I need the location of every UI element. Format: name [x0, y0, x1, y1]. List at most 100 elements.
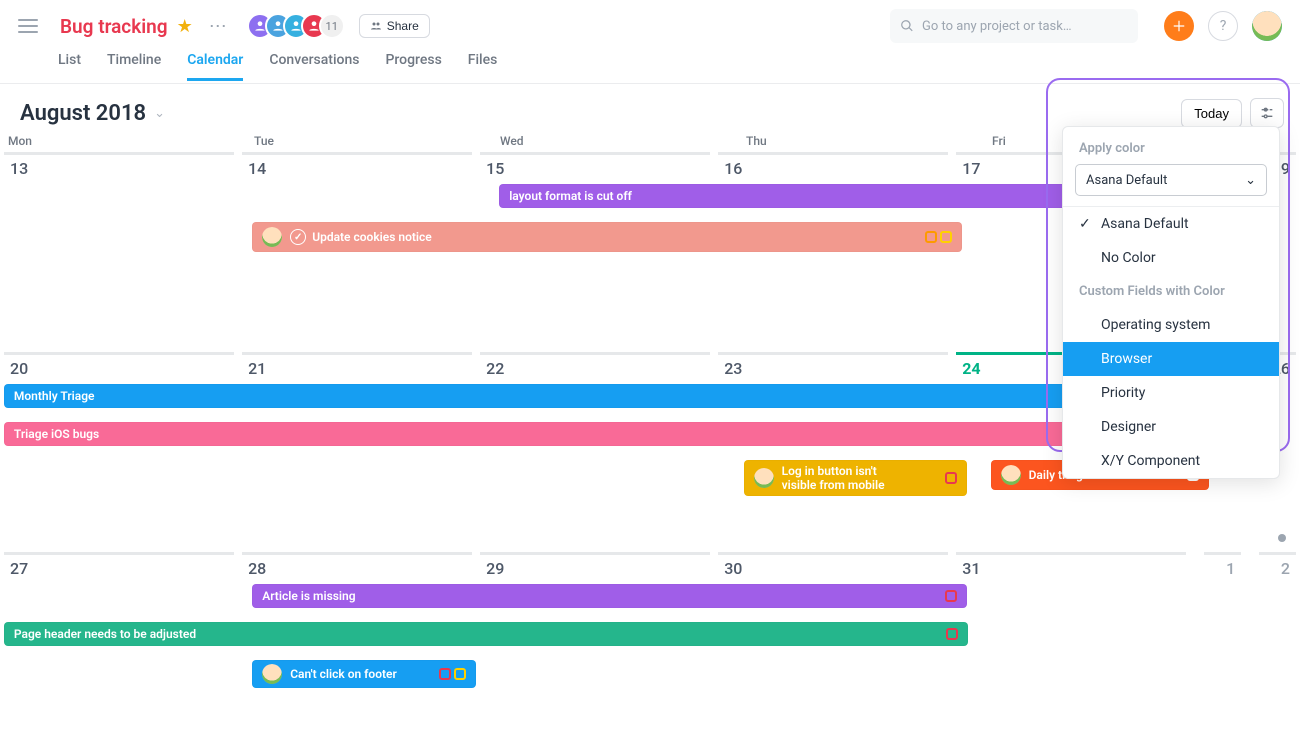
share-label: Share	[387, 19, 419, 33]
tab-timeline[interactable]: Timeline	[107, 52, 161, 81]
dropdown-item-xy-component[interactable]: X/Y Component	[1063, 444, 1279, 478]
help-button[interactable]: ?	[1208, 11, 1238, 41]
event-title: Update cookies notice	[312, 230, 432, 244]
calendar-cell[interactable]: 21	[242, 352, 472, 548]
calendar-cell-weekend[interactable]: 2	[1259, 552, 1296, 738]
day-number: 20	[10, 359, 228, 378]
assignee-avatar	[1001, 465, 1021, 485]
event-footer-click[interactable]: Can't click on footer	[252, 660, 476, 688]
dropdown-item-designer[interactable]: Designer	[1063, 410, 1279, 444]
dropdown-item-operating-system[interactable]: Operating system	[1063, 308, 1279, 342]
search-icon	[900, 19, 914, 33]
event-article-missing[interactable]: Article is missing	[252, 584, 967, 608]
day-number: 27	[10, 559, 228, 578]
project-actions-icon[interactable]: ⋯	[209, 16, 227, 37]
event-title: Page header needs to be adjusted	[14, 627, 196, 641]
dropdown-label: X/Y Component	[1101, 453, 1200, 469]
tab-files[interactable]: Files	[468, 52, 498, 81]
project-title: Bug tracking	[60, 15, 168, 38]
day-number: 29	[486, 559, 704, 578]
calendar-cell[interactable]: 13	[4, 152, 234, 348]
day-label: Wed	[496, 134, 742, 148]
custom-field-tag	[946, 628, 958, 640]
custom-field-tag	[454, 668, 466, 680]
assignee-avatar	[262, 664, 282, 684]
calendar-cell[interactable]: 31	[956, 552, 1186, 738]
calendar-month-title[interactable]: August 2018	[20, 101, 146, 126]
day-number: 22	[486, 359, 704, 378]
tab-progress[interactable]: Progress	[385, 52, 441, 81]
plus-icon	[1172, 19, 1186, 33]
dropdown-label: No Color	[1101, 250, 1156, 266]
dropdown-label: Priority	[1101, 385, 1145, 401]
people-icon	[370, 20, 382, 32]
calendar-cell[interactable]: 22	[480, 352, 710, 548]
quick-add-button[interactable]	[1164, 11, 1194, 41]
dropdown-label: Operating system	[1101, 317, 1210, 333]
share-button[interactable]: Share	[359, 14, 430, 38]
chevron-down-icon: ⌄	[1245, 173, 1256, 188]
assignee-avatar	[754, 468, 774, 488]
day-label: Mon	[4, 134, 250, 148]
day-number: 16	[724, 159, 942, 178]
custom-field-tag	[439, 668, 451, 680]
calendar-cell[interactable]: 20	[4, 352, 234, 548]
calendar-week-row: 27 28 29 30 31 1 2 Article is missing Pa…	[0, 548, 1300, 738]
day-label: Tue	[250, 134, 496, 148]
day-number: 21	[248, 359, 466, 378]
color-filter-popover: Apply color Asana Default ⌄ ✓ Asana Defau…	[1062, 126, 1280, 479]
custom-field-tag	[925, 231, 937, 243]
calendar-cell[interactable]: 23	[718, 352, 948, 548]
custom-field-tag	[945, 590, 957, 602]
dropdown-label: Custom Fields with Color	[1079, 284, 1225, 299]
project-tabs: List Timeline Calendar Conversations Pro…	[0, 52, 1300, 84]
dropdown-item-browser[interactable]: Browser	[1063, 342, 1279, 376]
dropdown-label: Browser	[1101, 351, 1152, 367]
event-update-cookies[interactable]: ✓ Update cookies notice	[252, 222, 962, 252]
today-button[interactable]: Today	[1181, 99, 1242, 128]
complete-check-icon[interactable]: ✓	[290, 229, 306, 245]
check-icon: ✓	[1079, 216, 1093, 232]
event-title: Triage iOS bugs	[14, 427, 99, 441]
popover-title: Apply color	[1063, 141, 1279, 164]
color-dropdown: ✓ Asana Default No Color Custom Fields wi…	[1063, 206, 1279, 478]
tab-conversations[interactable]: Conversations	[269, 52, 359, 81]
calendar-cell-weekend[interactable]: 1	[1204, 552, 1241, 738]
tab-list[interactable]: List	[58, 52, 81, 81]
dropdown-label: Asana Default	[1101, 216, 1189, 232]
dropdown-item-asana-default[interactable]: ✓ Asana Default	[1063, 207, 1279, 241]
color-select[interactable]: Asana Default ⌄	[1075, 164, 1267, 196]
day-number: 14	[248, 159, 466, 178]
day-number: 13	[10, 159, 228, 178]
day-number: 1	[1210, 559, 1235, 578]
event-title: Article is missing	[262, 589, 355, 603]
day-number: 23	[724, 359, 942, 378]
day-number: 15	[486, 159, 704, 178]
global-search[interactable]: Go to any project or task…	[890, 9, 1138, 43]
event-triage-ios[interactable]: Triage iOS bugs	[4, 422, 1207, 446]
dropdown-item-priority[interactable]: Priority	[1063, 376, 1279, 410]
day-number: 30	[724, 559, 942, 578]
day-number: 31	[962, 559, 1180, 578]
assignee-avatar	[262, 227, 282, 247]
dropdown-section-header: Custom Fields with Color	[1063, 275, 1279, 308]
search-placeholder: Go to any project or task…	[922, 19, 1072, 34]
sidebar-toggle[interactable]	[18, 19, 38, 33]
calendar-color-filter-button[interactable]	[1250, 98, 1284, 128]
avatar-overflow-count[interactable]: 11	[319, 13, 345, 39]
dropdown-item-no-color[interactable]: No Color	[1063, 241, 1279, 275]
day-number: 28	[248, 559, 466, 578]
color-select-value: Asana Default	[1086, 173, 1167, 188]
dropdown-label: Designer	[1101, 419, 1156, 435]
chevron-down-icon[interactable]: ⌄	[154, 106, 165, 121]
member-avatars[interactable]: 11	[247, 13, 345, 39]
event-page-header[interactable]: Page header needs to be adjusted	[4, 622, 969, 646]
event-login-button[interactable]: Log in button isn't visible from mobile	[744, 460, 968, 496]
custom-field-tag	[945, 472, 957, 484]
tab-calendar[interactable]: Calendar	[187, 52, 243, 81]
event-title: Can't click on footer	[290, 667, 397, 681]
favorite-star-icon[interactable]: ★	[177, 16, 193, 37]
current-user-avatar[interactable]	[1252, 11, 1282, 41]
filter-icon	[1259, 105, 1275, 121]
event-title: layout format is cut off	[509, 189, 632, 203]
